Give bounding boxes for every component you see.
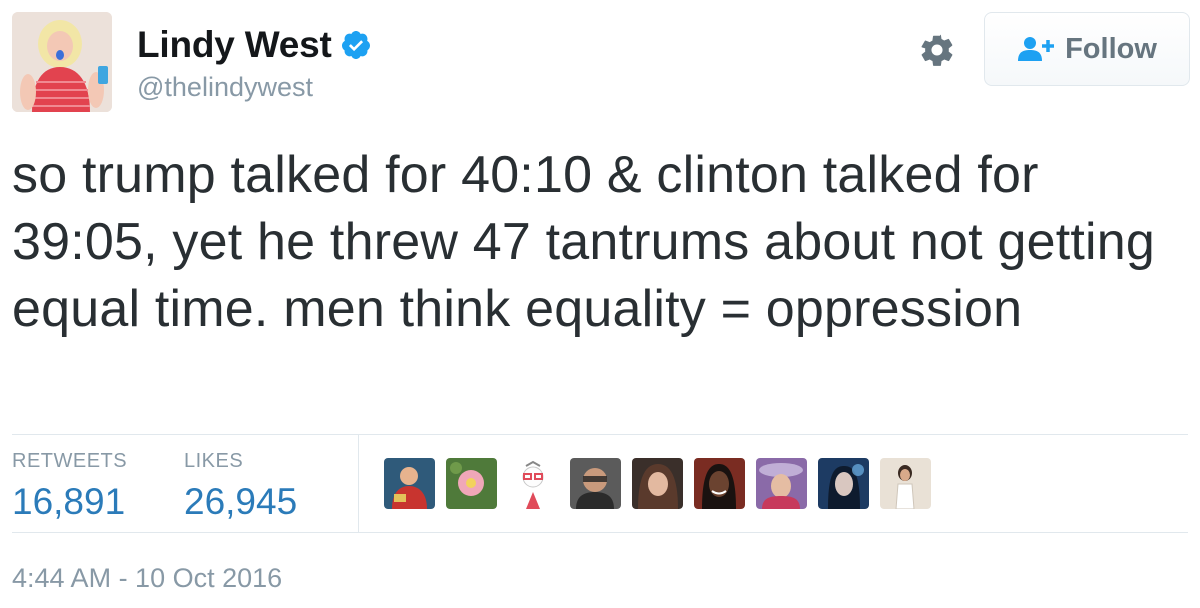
divider-top (12, 434, 1188, 435)
profile-photo-icon (12, 12, 112, 112)
likes-count: 26,945 (184, 481, 298, 522)
follow-button[interactable]: Follow (984, 12, 1190, 86)
liker-avatar-2-icon[interactable] (446, 458, 497, 509)
author-handle[interactable]: @thelindywest (137, 72, 313, 103)
tweet-text: so trump talked for 40:10 & clinton talk… (12, 146, 1155, 338)
liker-avatars (384, 458, 931, 509)
liker-avatar-5-icon[interactable] (632, 458, 683, 509)
follow-button-label: Follow (1065, 32, 1157, 65)
liker-avatar-1-icon[interactable] (384, 458, 435, 509)
liker-avatar-6-icon[interactable] (694, 458, 745, 509)
gear-icon[interactable] (918, 31, 956, 69)
author-avatar[interactable] (12, 12, 112, 112)
author-display-name[interactable]: Lindy West (137, 24, 332, 66)
tweet-timestamp[interactable]: 4:44 AM - 10 Oct 2016 (12, 563, 282, 594)
liker-avatar-4-icon[interactable] (570, 458, 621, 509)
stats-divider (358, 435, 359, 532)
retweets-count: 16,891 (12, 481, 126, 522)
divider-bottom (12, 532, 1188, 533)
retweets-label: RETWEETS (12, 450, 128, 472)
liker-avatar-9-icon[interactable] (880, 458, 931, 509)
liker-avatar-7-icon[interactable] (756, 458, 807, 509)
likes-label: LIKES (184, 450, 244, 472)
likes-stat[interactable]: LIKES 26,945 (184, 450, 297, 523)
liker-avatar-8-icon[interactable] (818, 458, 869, 509)
verified-badge-icon (341, 31, 370, 59)
retweets-stat[interactable]: RETWEETS 16,891 (12, 450, 127, 523)
add-person-icon (1018, 37, 1055, 61)
author-name-row: Lindy West (137, 24, 372, 66)
liker-avatar-3-icon[interactable] (508, 458, 559, 509)
